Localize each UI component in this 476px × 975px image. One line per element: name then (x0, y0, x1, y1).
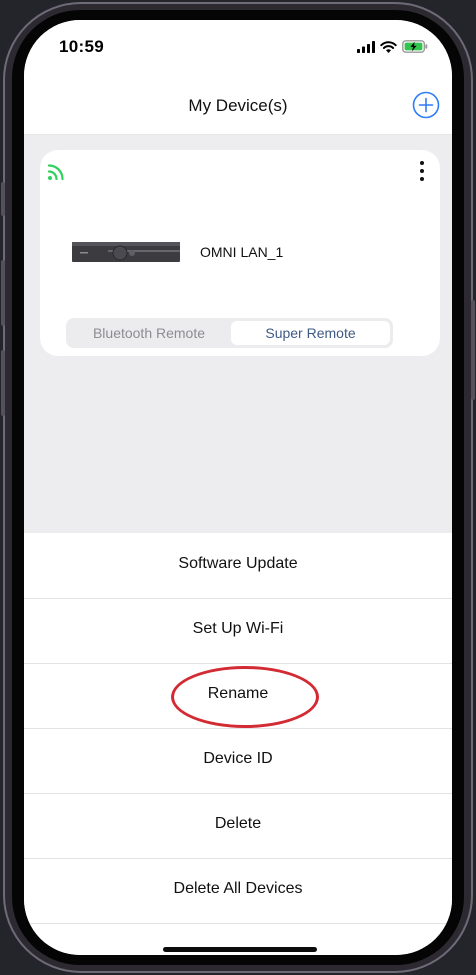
menu-item-label: Device ID (203, 750, 273, 767)
menu-item-software-update[interactable]: Software Update (24, 533, 452, 599)
device-thumbnail (72, 242, 180, 262)
wifi-connected-icon (47, 164, 64, 181)
segment-super-remote[interactable]: Super Remote (231, 321, 390, 345)
menu-item-label: Delete All Devices (173, 880, 303, 897)
menu-item-label: Set Up Wi-Fi (192, 620, 284, 637)
menu-item-label: Software Update (178, 555, 298, 572)
volume-down-button (1, 350, 5, 416)
device-card[interactable]: OMNI LAN_1 Bluetooth Remote Super Remote (40, 150, 440, 356)
home-indicator (163, 947, 317, 952)
menu-item-device-id[interactable]: Device ID (24, 728, 452, 794)
menu-item-delete-all-devices[interactable]: Delete All Devices (24, 858, 452, 924)
add-device-button[interactable] (412, 91, 440, 119)
status-time: 10:59 (59, 37, 104, 56)
power-button (471, 300, 475, 400)
status-icons (357, 40, 428, 53)
segment-bluetooth-remote[interactable]: Bluetooth Remote (69, 321, 229, 345)
menu-item-label: Delete (214, 815, 262, 832)
wifi-status-icon (380, 40, 397, 53)
volume-up-button (1, 260, 5, 326)
more-options-icon[interactable] (416, 160, 428, 182)
mute-switch (1, 182, 5, 216)
menu-item-label: Rename (207, 685, 269, 702)
nav-header: My Device(s) (24, 78, 452, 135)
remote-mode-segmented-control: Bluetooth Remote Super Remote (66, 318, 393, 348)
menu-item-set-up-wifi[interactable]: Set Up Wi-Fi (24, 598, 452, 664)
cellular-signal-icon (357, 40, 375, 53)
phone-screen: 10:59 My Device(s) OMNI LAN_1 Bluetooth … (24, 20, 452, 955)
device-name: OMNI LAN_1 (200, 244, 284, 260)
menu-item-rename[interactable]: Rename (24, 663, 452, 729)
menu-item-delete[interactable]: Delete (24, 793, 452, 859)
status-bar: 10:59 (24, 20, 452, 78)
page-title: My Device(s) (188, 96, 288, 115)
action-sheet: Software Update Set Up Wi-Fi Rename Devi… (24, 533, 452, 955)
battery-charging-icon (402, 40, 428, 53)
